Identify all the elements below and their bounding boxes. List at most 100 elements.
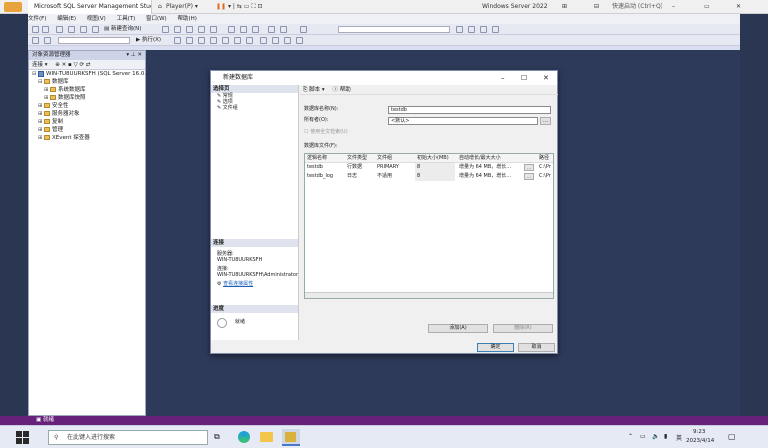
volume-icon[interactable]: 🔈 [652,433,659,440]
undo-icon[interactable] [268,26,275,33]
pin-icon[interactable]: ▾ ⊥ ✕ [126,51,142,60]
oe-tool-icons[interactable]: ⊕ ✕ ▪ ▽ ⟳ ⇄ [55,62,90,68]
menu-view[interactable]: 视图(V) [87,16,106,22]
ime-indicator[interactable]: 英 [676,433,682,442]
new-query-button[interactable]: ▤ 新建查询(N) [104,24,141,35]
vm-fullscreen-icon[interactable]: ⊞ [562,2,567,12]
results-file-icon[interactable] [246,37,253,44]
parse-icon[interactable] [186,37,193,44]
results-grid-icon[interactable] [234,37,241,44]
uncomment-icon[interactable] [272,37,279,44]
vm-snap-icon[interactable]: ⊟ [594,2,599,12]
template-explorer-icon[interactable] [492,26,499,33]
vm-close-button[interactable]: ✕ [736,2,741,12]
indent-icon[interactable] [296,37,303,44]
outdent-icon[interactable] [284,37,291,44]
ok-button[interactable]: 确定 [477,343,514,352]
connect-dropdown[interactable]: 连接 ▾ [32,62,48,68]
autogrowth-edit-button[interactable]: … [524,164,534,171]
script-button[interactable]: ⎘ 脚本 ▾ [303,87,325,93]
network-icon[interactable]: ▭ [640,433,646,440]
remove-button[interactable]: 删除(R) [493,324,553,333]
mdx-icon[interactable] [186,26,193,33]
autogrowth-edit-button[interactable]: … [524,173,534,180]
task-view-icon[interactable]: ⧉ [214,432,220,442]
tree-item[interactable]: ⊞ 数据库快照 [29,94,145,102]
vm-restore-button[interactable]: ▭ [704,2,710,12]
disconnect-icon[interactable] [44,37,51,44]
tree-item[interactable]: ⊟ WIN-TU8UURKSFH (SQL Server 16.0. [29,70,146,78]
forward-icon[interactable] [42,26,49,33]
tree-item[interactable]: ⊞ 复制 [29,118,145,126]
dialog-maximize-button[interactable]: ☐ [521,71,527,85]
solution-config-icon[interactable] [300,26,307,33]
menu-edit[interactable]: 编辑(E) [57,16,76,22]
home-icon[interactable]: ⌂ [158,2,162,12]
dialog-minimize-button[interactable]: – [501,71,505,85]
intellisense-icon[interactable] [210,37,217,44]
copy-icon[interactable] [240,26,247,33]
results-text-icon[interactable] [222,37,229,44]
toolbox-icon[interactable] [468,26,475,33]
execute-button[interactable]: ▶ 执行(X) [136,35,161,46]
estimated-plan-icon[interactable] [198,37,205,44]
registered-servers-icon[interactable] [480,26,487,33]
owner-input[interactable]: <默认> [388,117,538,125]
tree-item[interactable]: ⊞ 管理 [29,126,145,134]
menu-window[interactable]: 窗口(W) [146,16,167,22]
vm-toolbar-icons[interactable]: ▾ | ⇆ ▭ ⛶ ⊡ [228,2,263,12]
table-row[interactable]: testdb_log 日志 不适用 8 增量为 64 MB，增长... … C:… [305,172,553,181]
quick-launch-search[interactable]: 快速启动 (Ctrl+Q) [612,2,662,12]
redo-icon[interactable] [280,26,287,33]
back-icon[interactable] [32,26,39,33]
fulltext-checkbox[interactable]: ☐ 使用全文检索(U) [304,128,348,136]
menu-tools[interactable]: 工具(T) [117,16,136,22]
dialog-close-button[interactable]: ✕ [543,71,549,85]
save-all-icon[interactable] [92,26,99,33]
connect-icon[interactable] [32,37,39,44]
tree-item[interactable]: ⊞ 系统数据库 [29,86,145,94]
table-row[interactable]: testdb 行数据 PRIMARY 8 增量为 64 MB，增长... … C… [305,163,553,172]
dmx-icon[interactable] [198,26,205,33]
cut-icon[interactable] [228,26,235,33]
add-button[interactable]: 添加(A) [428,324,488,333]
menu-file[interactable]: 文件(F) [28,16,46,22]
properties-icon[interactable] [456,26,463,33]
open-icon[interactable] [68,26,75,33]
edge-browser-icon[interactable] [238,431,250,443]
db-name-input[interactable]: testdb [388,106,551,114]
notification-icon[interactable]: ▢ [728,432,736,441]
db-query-icon[interactable] [162,26,169,33]
comment-icon[interactable] [260,37,267,44]
save-icon[interactable] [80,26,87,33]
vm-tab[interactable]: Microsoft SQL Server Management Studio [28,0,152,14]
analysis-icon[interactable] [174,26,181,33]
file-explorer-icon[interactable] [260,432,273,442]
tree-item[interactable]: ⊞ XEvent 探查器 [29,134,145,142]
cell-initial-size[interactable]: 8 [415,163,455,172]
config-dropdown[interactable] [338,26,450,33]
cancel-button[interactable]: 取消 [518,343,555,352]
tree-item[interactable]: ⊞ 安全性 [29,102,145,110]
ssms-taskbar-button[interactable] [282,429,300,446]
grid-horizontal-scrollbar[interactable] [305,292,553,298]
xmla-icon[interactable] [210,26,217,33]
clock-time[interactable]: 9:23 [693,429,705,435]
battery-icon[interactable]: ▮ [664,433,667,440]
tree-item[interactable]: ⊟ 数据库 [29,78,145,86]
pause-icon[interactable]: ❚❚ [216,2,226,12]
owner-browse-button[interactable]: … [540,117,551,125]
windows-start-icon[interactable] [16,431,29,444]
paste-icon[interactable] [252,26,259,33]
tree-item[interactable]: ⊞ 服务器对象 [29,110,145,118]
vm-minimize-button[interactable]: – [672,2,675,12]
cancel-query-icon[interactable] [174,37,181,44]
clock-date[interactable]: 2023/4/14 [686,438,714,444]
player-menu[interactable]: Player(P) ▾ [166,2,198,12]
cell-initial-size[interactable]: 8 [415,172,455,181]
taskbar-search-input[interactable]: ⚲ 在此键入进行搜索 [48,430,208,445]
menu-help[interactable]: 帮助(H) [177,16,196,22]
help-button[interactable]: ⓘ 帮助 [332,87,350,93]
new-project-icon[interactable] [56,26,63,33]
database-dropdown[interactable] [58,37,130,44]
